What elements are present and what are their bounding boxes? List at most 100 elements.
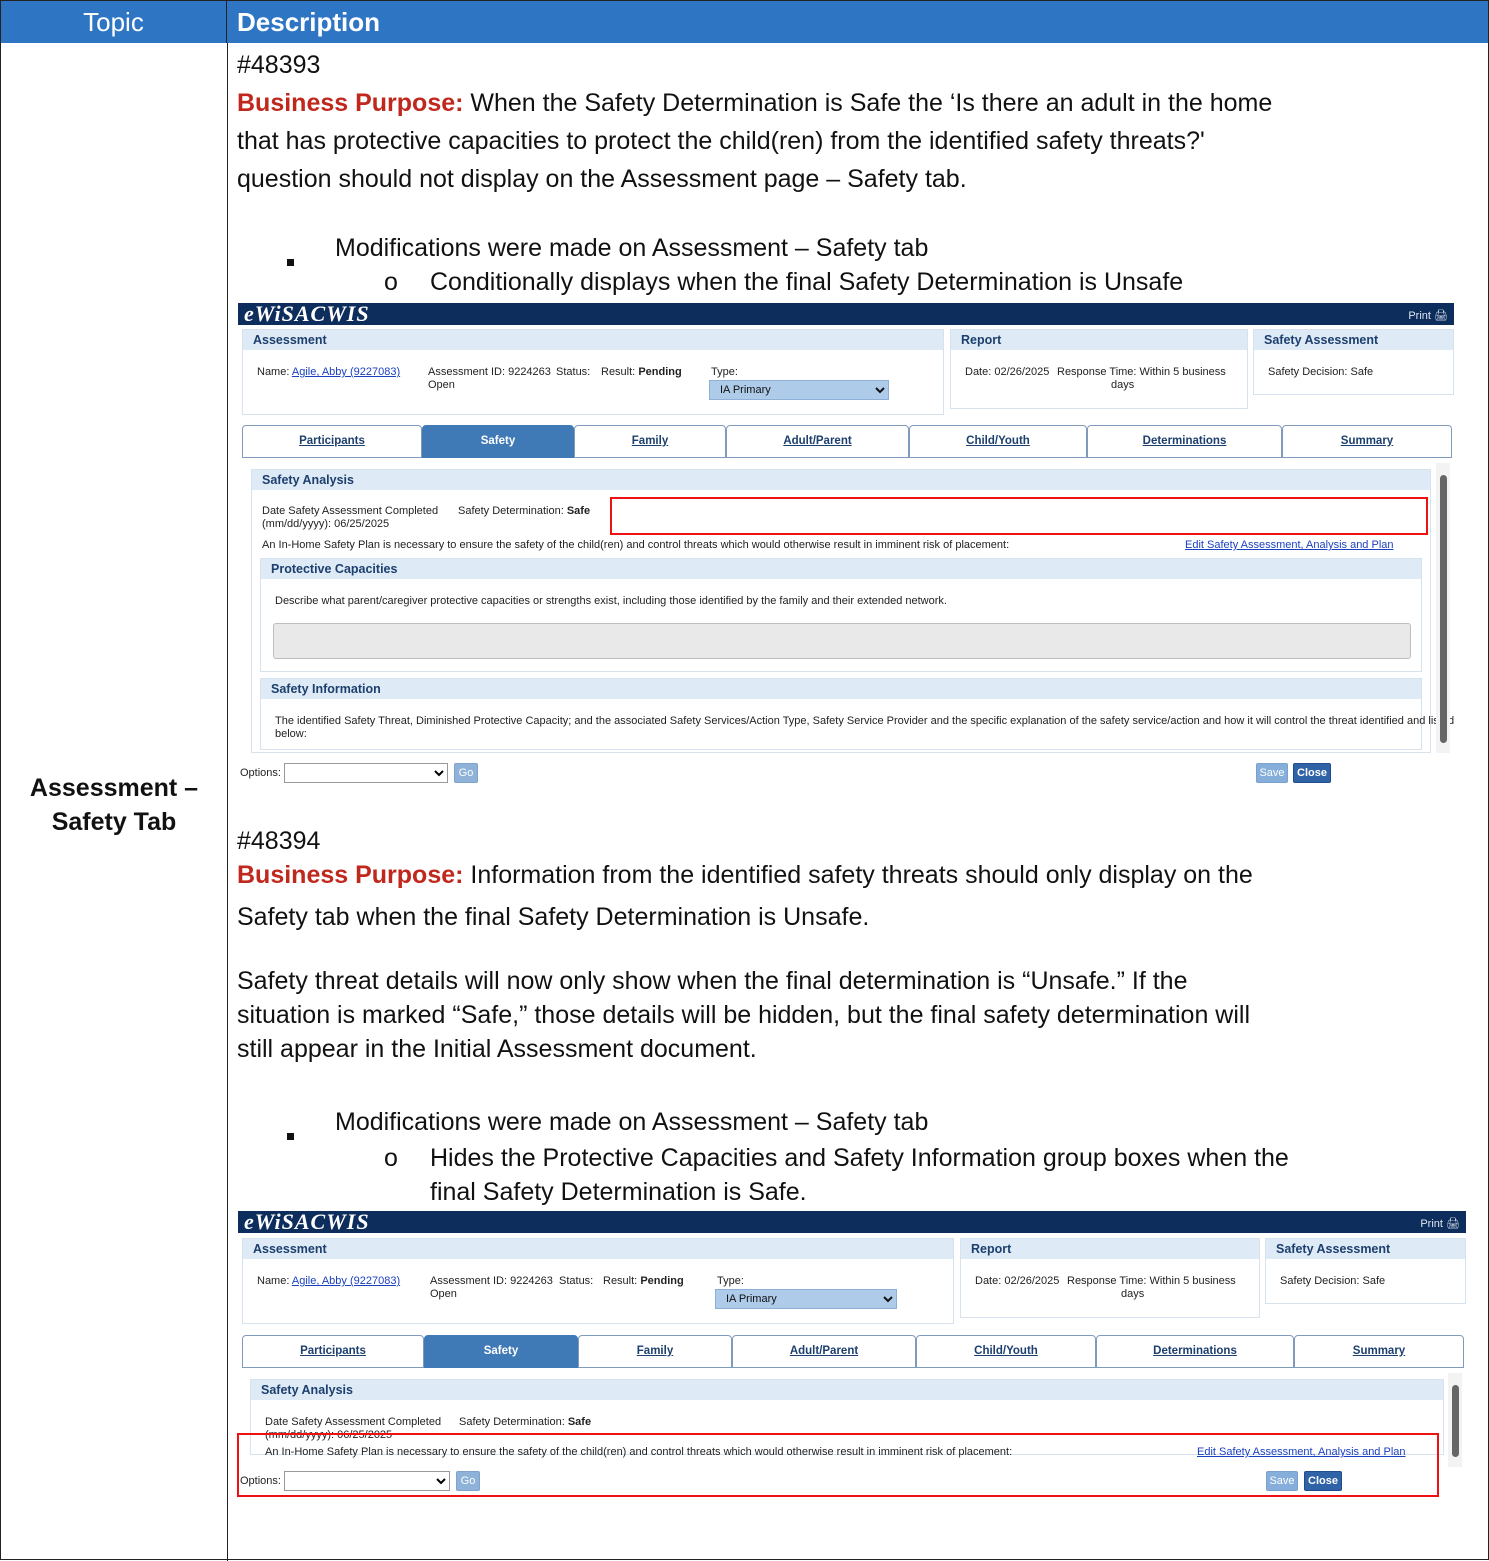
safety-information-title: Safety Information (261, 679, 1421, 699)
response-time-days-2: days (1121, 1288, 1145, 1300)
protective-capacities-textarea[interactable] (273, 623, 1411, 659)
name-label: Name: Agile, Abby (9227083) (257, 366, 401, 378)
tab-participants[interactable]: Participants (242, 425, 422, 458)
business-purpose-2-line1: Business Purpose: Information from the i… (237, 857, 1477, 893)
topic-header: Topic (1, 1, 227, 43)
tab-safety[interactable]: Safety (422, 425, 574, 458)
name-label-2: Name: Agile, Abby (9227083) (257, 1275, 401, 1287)
status-label: Status: (556, 366, 591, 378)
tab-determinations-2[interactable]: Determinations (1096, 1335, 1294, 1368)
paragraph-line1: Safety threat details will now only show… (237, 967, 1188, 995)
print-button-2[interactable]: Print 🖨 (1420, 1217, 1460, 1230)
sub-bullet-item-2-cont: final Safety Determination is Safe. (430, 1178, 807, 1206)
report-panel: Report Date: 02/26/2025 Response Time: W… (950, 329, 1248, 409)
bullet-text-2: Modifications were made on Assessment – … (335, 1108, 929, 1136)
business-purpose-1-line3: question should not display on the Asses… (237, 165, 967, 193)
type-label-2: Type: (717, 1275, 744, 1287)
business-purpose-1-line1: Business Purpose: When the Safety Determ… (237, 85, 1477, 121)
close-button[interactable]: Close (1293, 763, 1331, 783)
app-top-bar-2: eWiSACWIS Print 🖨 (238, 1209, 1466, 1234)
safety-decision: Safety Decision: Safe (1268, 366, 1374, 378)
type-select-2[interactable]: IA Primary (715, 1289, 897, 1309)
tab-determinations[interactable]: Determinations (1087, 425, 1282, 458)
document-table: Topic Description Assessment – Safety Ta… (0, 0, 1489, 1561)
app-top-bar: eWiSACWIS Print 🖨 (238, 301, 1454, 326)
safety-determination: Safety Determination: Safe (458, 505, 591, 517)
tab-family[interactable]: Family (574, 425, 726, 458)
result-field-2: Result: Pending (603, 1275, 684, 1287)
safety-analysis-title: Safety Analysis (252, 470, 1430, 490)
sub-bullet-text-2: Hides the Protective Capacities and Safe… (430, 1144, 1289, 1172)
protective-capacities-text: Describe what parent/caregiver protectiv… (275, 595, 947, 607)
table-header-row: Topic Description (1, 1, 1488, 43)
bullet-item-2: Modifications were made on Assessment – … (287, 1107, 929, 1140)
scrollbar-thumb-2[interactable] (1452, 1385, 1459, 1457)
tab-child-youth-2[interactable]: Child/Youth (916, 1335, 1096, 1368)
scrollbar-2[interactable] (1448, 1373, 1462, 1467)
type-label: Type: (711, 366, 738, 378)
save-button[interactable]: Save (1256, 763, 1288, 783)
tab-safety-2[interactable]: Safety (424, 1335, 578, 1368)
name-link-2[interactable]: Agile, Abby (9227083) (292, 1275, 400, 1287)
assessment-id: Assessment ID: 9224263 (428, 366, 551, 378)
business-purpose-label-2: Business Purpose: (237, 861, 464, 889)
square-bullet-icon (287, 243, 294, 273)
business-purpose-1-line2: that has protective capacities to protec… (237, 127, 1205, 155)
report-panel-title: Report (951, 330, 1247, 350)
paragraph-line2: situation is marked “Safe,” those detail… (237, 1001, 1251, 1029)
sub-bullet-item-2: o Hides the Protective Capacities and Sa… (384, 1143, 1289, 1173)
column-divider (227, 43, 228, 1561)
bullet-item: Modifications were made on Assessment – … (287, 233, 928, 266)
go-button[interactable]: Go (454, 763, 478, 783)
response-time: Response Time: Within 5 business (1057, 366, 1226, 378)
app-logo-2: eWiSACWIS (244, 1209, 370, 1234)
bp2-text: Information from the identified safety t… (463, 861, 1253, 889)
report-panel-2: Report Date: 02/26/2025 Response Time: W… (960, 1238, 1260, 1318)
app-logo: eWiSACWIS (244, 301, 370, 326)
options-select[interactable] (284, 763, 448, 783)
tab-summary-2[interactable]: Summary (1294, 1335, 1464, 1368)
tab-bar-2: Participants Safety Family Adult/Parent … (242, 1335, 1464, 1368)
assessment-id-2: Assessment ID: 9224263 (430, 1275, 553, 1287)
screenshot-1: eWiSACWIS Print 🖨 Assessment Name: Agile… (238, 301, 1455, 783)
topic-cell: Assessment – Safety Tab (1, 771, 227, 839)
report-date-2: Date: 02/26/2025 (975, 1275, 1060, 1287)
assessment-panel: Assessment Name: Agile, Abby (9227083) A… (242, 329, 944, 415)
square-bullet-icon-2 (287, 1117, 294, 1147)
status-value-2: Open (430, 1288, 457, 1300)
protective-capacities-panel: Protective Capacities Describe what pare… (260, 558, 1422, 672)
business-purpose-2-line2: Safety tab when the final Safety Determi… (237, 903, 870, 931)
result-field: Result: Pending (601, 366, 682, 378)
tab-family-2[interactable]: Family (578, 1335, 732, 1368)
status-value: Open (428, 379, 455, 391)
name-link[interactable]: Agile, Abby (9227083) (292, 366, 400, 378)
date-completed-value: (mm/dd/yyyy): 06/25/2025 (262, 518, 390, 530)
safety-assessment-title-2: Safety Assessment (1266, 1239, 1465, 1259)
scrollbar-thumb[interactable] (1440, 475, 1447, 743)
status-label-2: Status: (559, 1275, 594, 1287)
business-purpose-label: Business Purpose: (237, 89, 464, 117)
tab-bar: Participants Safety Family Adult/Parent … (242, 425, 1452, 458)
highlight-box (610, 497, 1428, 535)
ticket-48393: #48393 (237, 51, 321, 79)
options-label: Options: (240, 767, 281, 779)
sub-bullet-text: Conditionally displays when the final Sa… (430, 268, 1184, 296)
tab-summary[interactable]: Summary (1282, 425, 1452, 458)
date-completed-label-2: Date Safety Assessment Completed (265, 1416, 442, 1428)
edit-safety-link[interactable]: Edit Safety Assessment, Analysis and Pla… (1185, 539, 1394, 552)
safety-assessment-panel-2: Safety Assessment Safety Decision: Safe (1265, 1238, 1466, 1304)
tab-adult-parent[interactable]: Adult/Parent (726, 425, 909, 458)
print-button[interactable]: Print 🖨 (1408, 309, 1448, 322)
tab-child-youth[interactable]: Child/Youth (909, 425, 1087, 458)
response-time-days: days (1111, 379, 1135, 391)
response-time-2: Response Time: Within 5 business (1067, 1275, 1236, 1287)
assessment-panel-title: Assessment (243, 330, 943, 350)
screenshot-2: eWiSACWIS Print 🖨 Assessment Name: Agile… (237, 1209, 1466, 1497)
assessment-panel-2: Assessment Name: Agile, Abby (9227083) A… (242, 1238, 954, 1324)
scrollbar[interactable] (1436, 463, 1450, 753)
safety-information-text: The identified Safety Threat, Diminished… (275, 715, 1455, 727)
tab-adult-parent-2[interactable]: Adult/Parent (732, 1335, 916, 1368)
tab-participants-2[interactable]: Participants (242, 1335, 424, 1368)
safety-assessment-panel: Safety Assessment Safety Decision: Safe (1253, 329, 1454, 395)
type-select[interactable]: IA Primary (709, 380, 889, 400)
